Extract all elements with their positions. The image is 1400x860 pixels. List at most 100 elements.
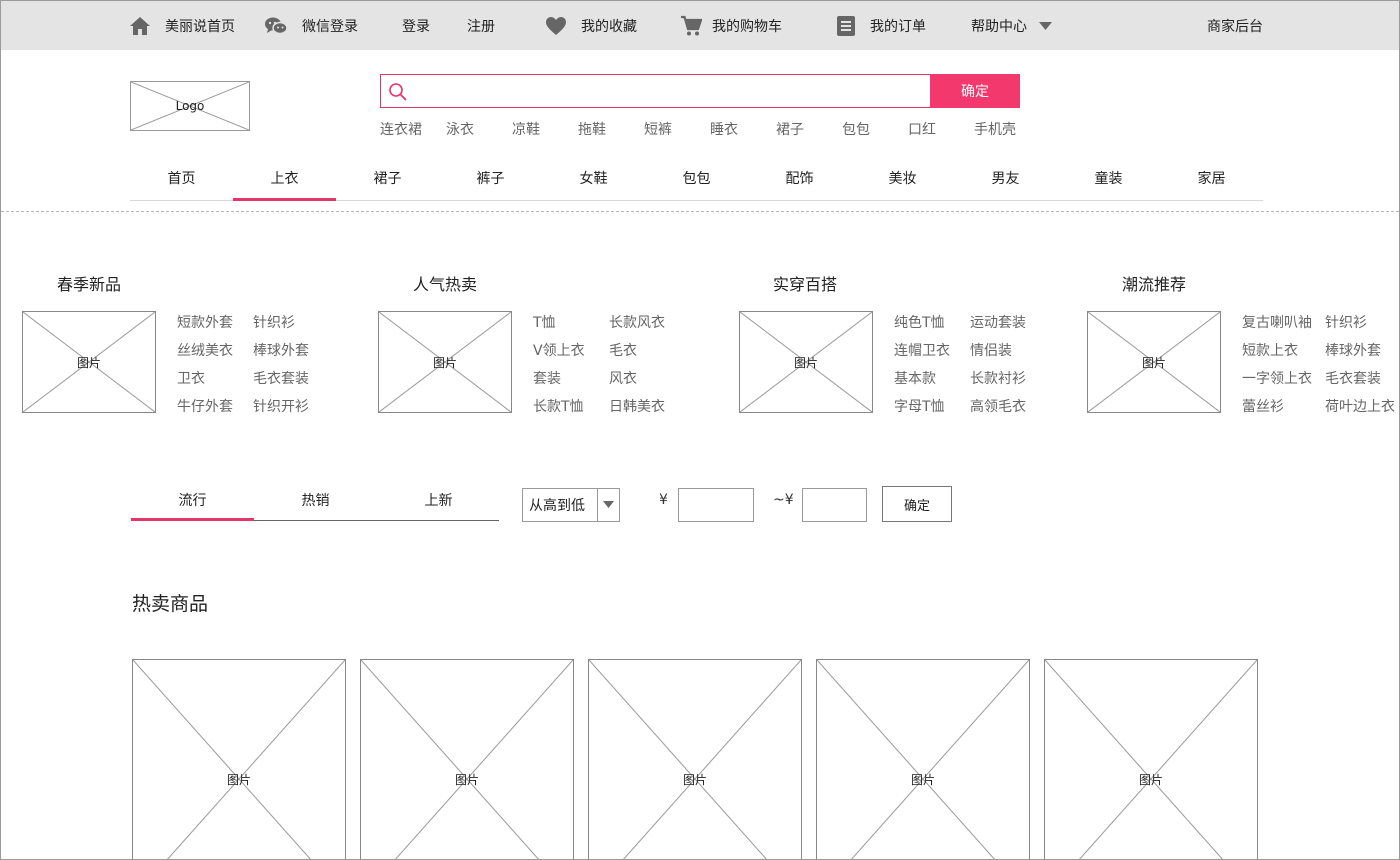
filter-tab[interactable]: 热销 [254,480,377,520]
hot-word-link[interactable]: 连衣裙 [380,119,422,139]
promo-link[interactable]: 情侣装 [970,340,1012,360]
promo-link[interactable]: 运动套装 [970,312,1026,332]
category-tab[interactable]: 童装 [1057,155,1160,200]
promo-link[interactable]: 一字领上衣 [1242,368,1312,388]
category-tab[interactable]: 裤子 [439,155,542,200]
promo-link[interactable]: 套装 [533,368,561,388]
promo-link[interactable]: 短款上衣 [1242,340,1298,360]
promo-image[interactable]: 图片 [378,311,512,413]
promo-link[interactable]: 长款风衣 [609,312,665,332]
price-max-input[interactable] [802,488,867,522]
price-from-label: ¥ [659,492,668,508]
product-card-image[interactable]: 图片 [360,659,574,860]
category-tab[interactable]: 女鞋 [542,155,645,200]
category-tab[interactable]: 男友 [954,155,1057,200]
product-card-image[interactable]: 图片 [816,659,1030,860]
category-nav: 首页 上衣 裙子 裤子 女鞋 包包 配饰 美妆 男友 童装 家居 [130,155,1263,201]
promo-link[interactable]: 日韩美衣 [609,396,665,416]
hot-word-link[interactable]: 泳衣 [446,119,474,139]
help-center-dropdown[interactable]: 帮助中心 [971,1,1052,50]
favorites-label: 我的收藏 [581,18,637,35]
product-card-image[interactable]: 图片 [588,659,802,860]
promo-link[interactable]: 连帽卫衣 [894,340,950,360]
promo-link[interactable]: T恤 [533,312,556,332]
promo-link[interactable]: 蕾丝衫 [1242,396,1284,416]
search-box [380,74,931,108]
hot-word-link[interactable]: 包包 [842,119,870,139]
hot-word-link[interactable]: 短裤 [644,119,672,139]
site-logo[interactable]: Logo [130,81,250,131]
hot-word-link[interactable]: 拖鞋 [578,119,606,139]
hot-word-link[interactable]: 凉鞋 [512,119,540,139]
filter-tab[interactable]: 上新 [377,480,500,520]
home-icon [129,16,151,36]
image-label: 图片 [454,772,479,787]
promo-link[interactable]: V领上衣 [533,340,585,360]
promo-image[interactable]: 图片 [1087,311,1221,413]
category-tab[interactable]: 美妆 [851,155,954,200]
promo-link[interactable]: 棒球外套 [1325,340,1381,360]
price-to-label: ~¥ [773,492,794,508]
favorites-link[interactable]: 我的收藏 [545,1,637,50]
promo-link[interactable]: 毛衣套装 [253,368,309,388]
wechat-login-label: 微信登录 [302,18,358,35]
promo-link[interactable]: 毛衣套装 [1325,368,1381,388]
help-center-label: 帮助中心 [971,18,1027,35]
promo-link[interactable]: 长款衬衫 [970,368,1026,388]
cart-label: 我的购物车 [712,18,782,35]
wechat-login-link[interactable]: 微信登录 [264,1,358,50]
hot-word-link[interactable]: 睡衣 [710,119,738,139]
category-tab[interactable]: 上衣 [233,155,336,201]
filter-tab-active-indicator [131,518,254,521]
category-tab[interactable]: 裙子 [336,155,439,200]
image-label: 图片 [793,355,818,370]
promo-link[interactable]: 针织开衫 [253,396,309,416]
promo-link[interactable]: 纯色T恤 [894,312,945,332]
orders-link[interactable]: 我的订单 [836,1,926,50]
promo-link[interactable]: 短款外套 [177,312,233,332]
promo-image[interactable]: 图片 [739,311,873,413]
promo-link[interactable]: 高领毛衣 [970,396,1026,416]
promo-link[interactable]: 牛仔外套 [177,396,233,416]
product-card-image[interactable]: 图片 [132,659,346,860]
category-tab[interactable]: 配饰 [748,155,851,200]
category-tab[interactable]: 包包 [645,155,748,200]
promo-link[interactable]: 卫衣 [177,368,205,388]
register-link[interactable]: 注册 [467,1,495,50]
top-bar: 美丽说首页 微信登录 登录 注册 我的收藏 我的购物车 我的订单 帮助中心 商家… [1,1,1399,50]
hot-word-link[interactable]: 口红 [908,119,936,139]
category-tab[interactable]: 首页 [130,155,233,200]
wechat-icon [264,16,288,36]
promo-link[interactable]: 荷叶边上衣 [1325,396,1395,416]
merchant-backend-link[interactable]: 商家后台 [1207,1,1263,50]
register-label: 注册 [467,18,495,35]
promo-link[interactable]: 长款T恤 [533,396,584,416]
promo-link[interactable]: 丝绒美衣 [177,340,233,360]
promo-link[interactable]: 字母T恤 [894,396,945,416]
login-link[interactable]: 登录 [402,1,430,50]
promo-link[interactable]: 风衣 [609,368,637,388]
product-card-image[interactable]: 图片 [1044,659,1258,860]
home-link[interactable]: 美丽说首页 [129,1,235,50]
promo-link[interactable]: 复古喇叭袖 [1242,312,1312,332]
image-label: 图片 [910,772,935,787]
login-label: 登录 [402,18,430,35]
promo-link[interactable]: 基本款 [894,368,936,388]
category-tab[interactable]: 家居 [1160,155,1263,200]
sort-select[interactable]: 从高到低 [522,488,620,522]
filter-tab[interactable]: 流行 [131,480,254,520]
promo-link[interactable]: 针织衫 [1325,312,1367,332]
promo-link[interactable]: 毛衣 [609,340,637,360]
promo-link[interactable]: 棒球外套 [253,340,309,360]
image-label: 图片 [682,772,707,787]
search-input[interactable] [415,79,915,103]
search-icon[interactable] [388,82,408,106]
search-confirm-button[interactable]: 确定 [930,74,1020,108]
price-min-input[interactable] [678,488,754,522]
hot-word-link[interactable]: 裙子 [776,119,804,139]
promo-link[interactable]: 针织衫 [253,312,295,332]
promo-image[interactable]: 图片 [22,311,156,413]
cart-link[interactable]: 我的购物车 [680,1,782,50]
price-filter-confirm-button[interactable]: 确定 [882,486,952,522]
hot-word-link[interactable]: 手机壳 [974,119,1016,139]
